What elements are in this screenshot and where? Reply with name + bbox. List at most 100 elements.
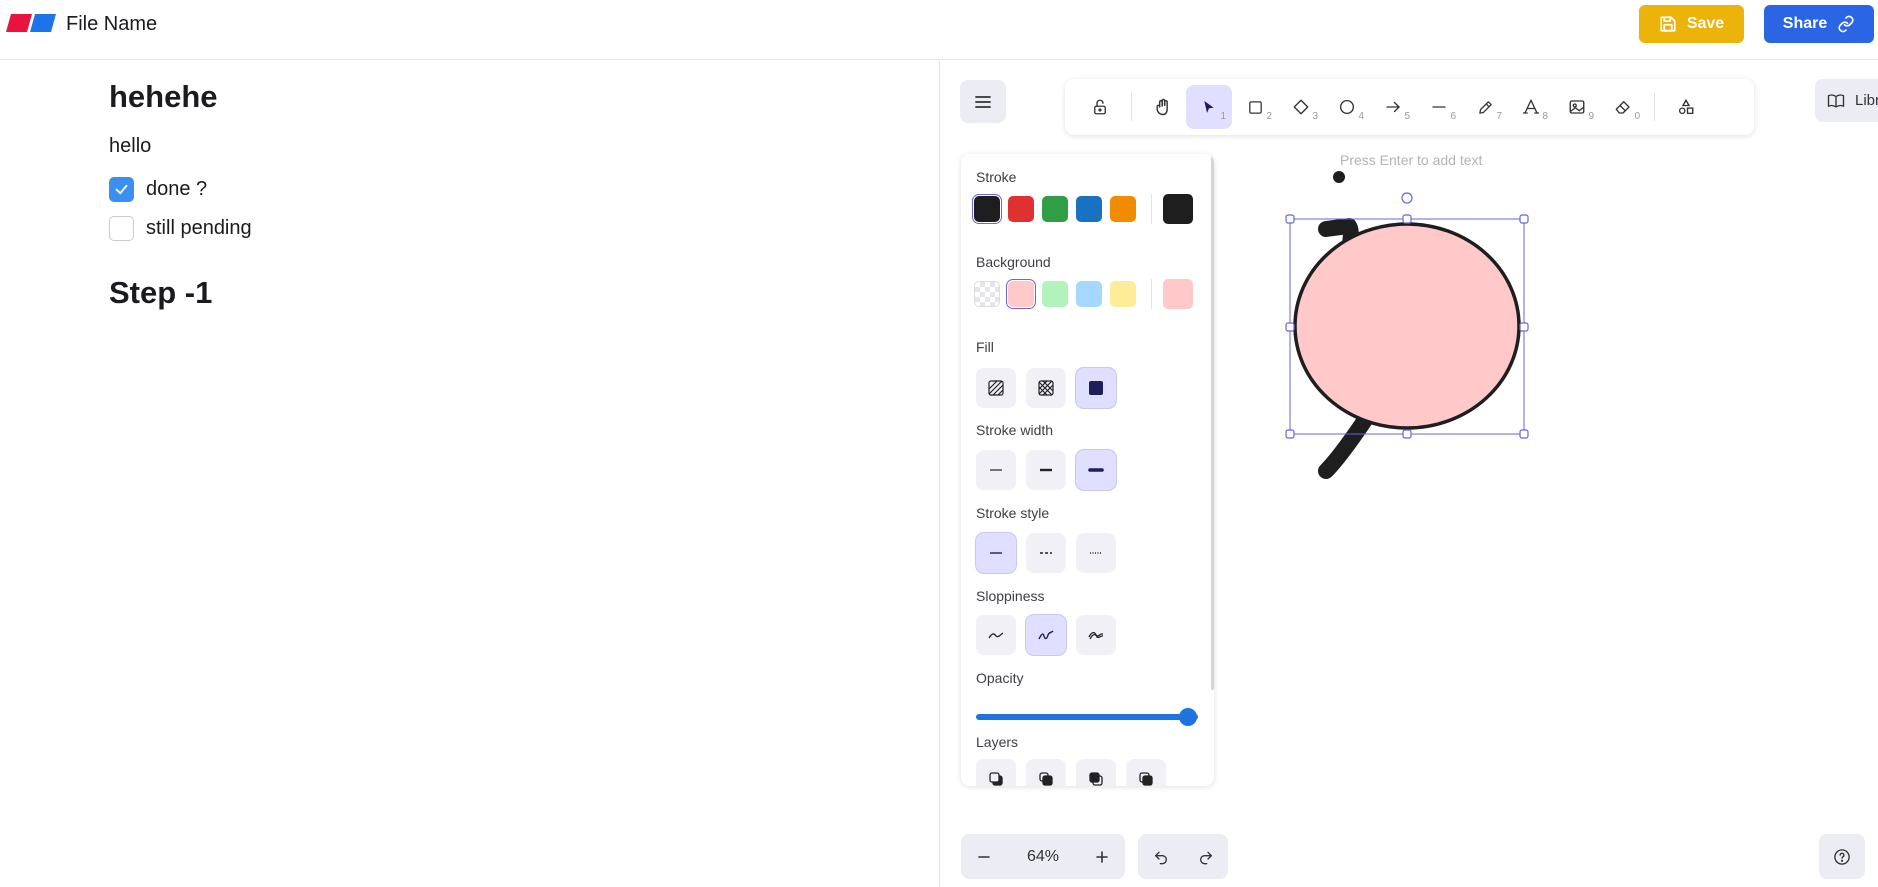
- resize-handle[interactable]: [1519, 214, 1529, 224]
- stroke-color-current[interactable]: [1163, 194, 1193, 224]
- tool-shortcut: 4: [1358, 111, 1364, 122]
- tool-eraser[interactable]: 0: [1600, 85, 1646, 129]
- properties-panel: Stroke Background Fill Stroke width Stro…: [961, 154, 1214, 786]
- help-icon: [1834, 848, 1850, 865]
- book-icon: [1827, 93, 1845, 108]
- sloppiness-cartoonist-button[interactable]: [1076, 615, 1116, 655]
- resize-handle[interactable]: [1285, 322, 1295, 332]
- help-button[interactable]: [1819, 834, 1865, 879]
- resize-handle[interactable]: [1519, 429, 1529, 439]
- todo-label[interactable]: done ?: [146, 178, 207, 201]
- tool-draw[interactable]: 7: [1462, 85, 1508, 129]
- cross-hatch-fill-icon: [1038, 380, 1054, 396]
- background-color-current[interactable]: [1163, 279, 1193, 309]
- tool-hand[interactable]: [1140, 85, 1186, 129]
- tool-lock[interactable]: [1077, 85, 1123, 129]
- paragraph[interactable]: hello: [109, 135, 151, 158]
- stroke-style-solid-button[interactable]: [976, 533, 1016, 573]
- stroke-color-red[interactable]: [1008, 196, 1034, 222]
- bring-to-front-button[interactable]: [1126, 759, 1166, 786]
- heading-2[interactable]: Step -1: [109, 275, 212, 311]
- stroke-style-dotted-button[interactable]: [1076, 533, 1116, 573]
- tool-shortcut: 8: [1542, 111, 1548, 122]
- tool-image[interactable]: 9: [1554, 85, 1600, 129]
- todo-label[interactable]: still pending: [146, 217, 252, 240]
- heading-1[interactable]: hehehe: [109, 79, 218, 115]
- history-controls: [1138, 834, 1228, 879]
- panel-scrollbar[interactable]: [1211, 154, 1214, 690]
- stroke-width-label: Stroke width: [976, 422, 1054, 438]
- send-to-back-button[interactable]: [976, 759, 1016, 786]
- background-color-yellow[interactable]: [1110, 281, 1136, 307]
- fill-solid-button[interactable]: [1076, 368, 1116, 408]
- background-color-green[interactable]: [1042, 281, 1068, 307]
- send-backward-button[interactable]: [1026, 759, 1066, 786]
- dot-shape[interactable]: [1333, 171, 1345, 183]
- fill-label: Fill: [976, 339, 994, 355]
- zoom-in-button[interactable]: [1079, 834, 1125, 879]
- resize-handle[interactable]: [1285, 214, 1295, 224]
- fill-hachure-button[interactable]: [976, 368, 1016, 408]
- stroke-color-orange[interactable]: [1110, 196, 1136, 222]
- zoom-level[interactable]: 64%: [1007, 848, 1079, 866]
- background-color-pink[interactable]: [1008, 281, 1034, 307]
- stroke-color-black[interactable]: [974, 196, 1000, 222]
- background-color-transparent[interactable]: [974, 281, 1000, 307]
- opacity-slider-thumb[interactable]: [1179, 708, 1197, 726]
- tool-rectangle[interactable]: 2: [1232, 85, 1278, 129]
- hand-icon: [1156, 98, 1168, 116]
- stroke-style-dashed-button[interactable]: [1026, 533, 1066, 573]
- fill-crosshatch-button[interactable]: [1026, 368, 1066, 408]
- resize-handle[interactable]: [1519, 322, 1529, 332]
- tool-selection[interactable]: 1: [1186, 85, 1232, 129]
- bring-forward-button[interactable]: [1076, 759, 1116, 786]
- tool-extra[interactable]: [1663, 85, 1709, 129]
- tool-arrow[interactable]: 5: [1370, 85, 1416, 129]
- tool-ellipse[interactable]: 4: [1324, 85, 1370, 129]
- sloppiness-architect-button[interactable]: [976, 615, 1016, 655]
- resize-handle[interactable]: [1402, 214, 1412, 224]
- stroke-color-blue[interactable]: [1076, 196, 1102, 222]
- zoom-out-button[interactable]: [961, 834, 1007, 879]
- save-icon: [1660, 16, 1676, 32]
- drawing-canvas[interactable]: Press Enter to add text 1 2 3 4 5 6 7 8 …: [941, 61, 1878, 887]
- library-button[interactable]: Libr: [1815, 79, 1878, 122]
- stroke-width-bold-button[interactable]: [1026, 450, 1066, 490]
- share-button[interactable]: Share: [1764, 5, 1874, 43]
- undo-button[interactable]: [1138, 834, 1183, 879]
- stroke-label: Stroke: [976, 169, 1017, 185]
- architect-icon: [988, 632, 1004, 639]
- background-color-blue[interactable]: [1076, 281, 1102, 307]
- sloppiness-artist-button[interactable]: [1026, 615, 1066, 655]
- tool-line[interactable]: 6: [1416, 85, 1462, 129]
- redo-button[interactable]: [1183, 834, 1228, 879]
- tool-diamond[interactable]: 3: [1278, 85, 1324, 129]
- eraser-icon: [1615, 101, 1630, 114]
- file-name[interactable]: File Name: [66, 13, 157, 36]
- todo-checkbox-checked[interactable]: [109, 177, 134, 202]
- layers-label: Layers: [976, 734, 1019, 750]
- ellipse-shape[interactable]: [1293, 222, 1521, 430]
- stroke-width-thin-button[interactable]: [976, 450, 1016, 490]
- extra-bold-line-icon: [1088, 468, 1104, 472]
- save-button[interactable]: Save: [1639, 5, 1744, 43]
- tool-shortcut: 7: [1496, 111, 1502, 122]
- opacity-slider[interactable]: [976, 707, 1198, 727]
- resize-handle[interactable]: [1285, 429, 1295, 439]
- stroke-color-green[interactable]: [1042, 196, 1068, 222]
- hachure-fill-icon: [988, 380, 1004, 396]
- rotate-handle[interactable]: [1401, 192, 1413, 204]
- tool-shortcut: 3: [1312, 111, 1318, 122]
- main-menu-button[interactable]: [960, 80, 1006, 123]
- stroke-width-extrabold-button[interactable]: [1076, 450, 1116, 490]
- canvas-hint: Press Enter to add text: [1340, 152, 1483, 168]
- swatch-divider: [1151, 279, 1152, 309]
- solid-line-icon: [990, 552, 1002, 554]
- todo-item: still pending: [109, 216, 252, 241]
- todo-checkbox-unchecked[interactable]: [109, 216, 134, 241]
- document-editor[interactable]: hehehe hello done ? still pending Step -…: [0, 61, 940, 887]
- resize-handle[interactable]: [1402, 429, 1412, 439]
- artist-icon: [1038, 630, 1054, 640]
- tool-text[interactable]: 8: [1508, 85, 1554, 129]
- tool-shortcut: 5: [1404, 111, 1410, 122]
